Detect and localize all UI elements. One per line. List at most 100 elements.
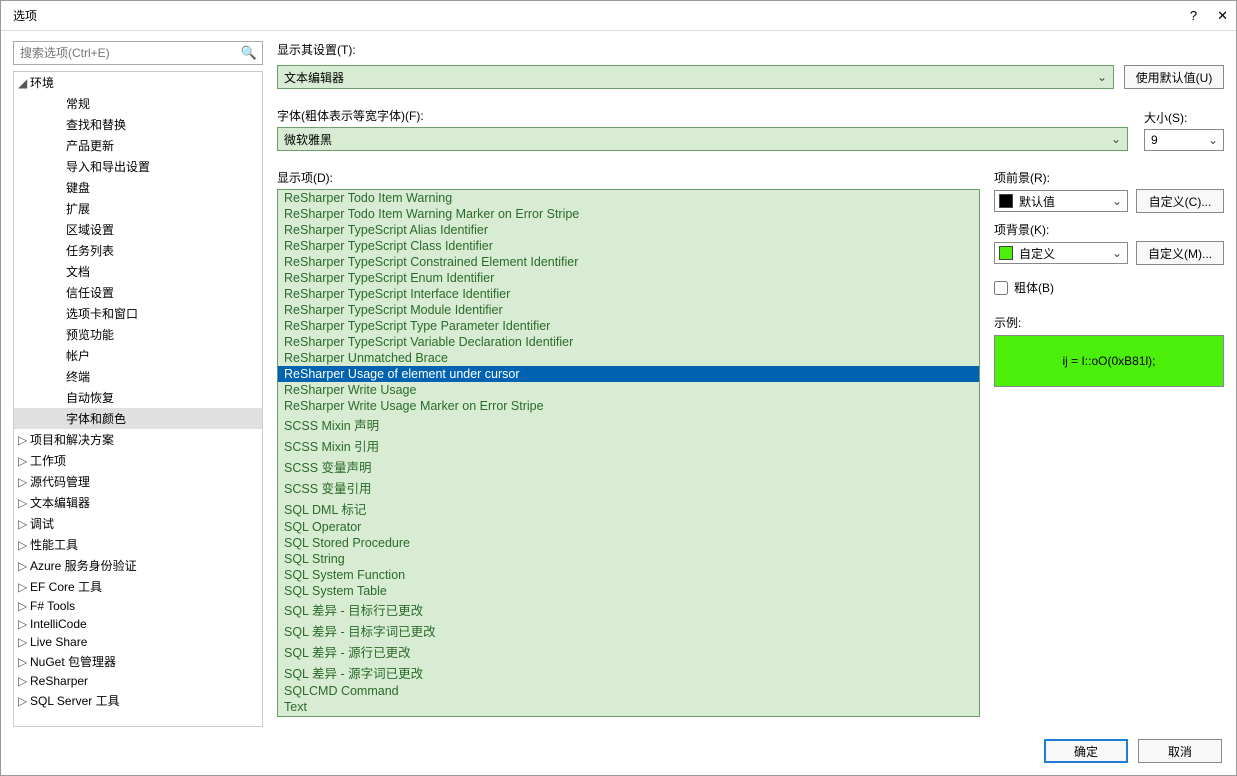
expander-icon: ▷ bbox=[18, 433, 30, 447]
tree-node[interactable]: 产品更新 bbox=[14, 135, 262, 156]
size-select[interactable]: 9 ⌄ bbox=[1144, 129, 1224, 151]
list-item[interactable]: ReSharper Todo Item Warning bbox=[278, 190, 979, 206]
tree-node[interactable]: 帐户 bbox=[14, 345, 262, 366]
list-item[interactable]: ReSharper Todo Item Warning Marker on Er… bbox=[278, 206, 979, 222]
tree-node[interactable]: ▷性能工具 bbox=[14, 534, 262, 555]
tree-node[interactable]: 文档 bbox=[14, 261, 262, 282]
expander-icon: ▷ bbox=[18, 454, 30, 468]
list-item[interactable]: ReSharper Write Usage Marker on Error St… bbox=[278, 398, 979, 414]
list-item[interactable]: ReSharper Unmatched Brace bbox=[278, 350, 979, 366]
list-item[interactable]: ReSharper TypeScript Module Identifier bbox=[278, 302, 979, 318]
list-item[interactable]: ReSharper Usage of element under cursor bbox=[278, 366, 979, 382]
list-item[interactable]: SCSS 变量引用 bbox=[278, 477, 979, 498]
list-item[interactable]: SQL 差异 - 目标行已更改 bbox=[278, 599, 979, 620]
tree-node[interactable]: 选项卡和窗口 bbox=[14, 303, 262, 324]
list-item[interactable]: Text bbox=[278, 699, 979, 715]
tree-node[interactable]: ▷工作项 bbox=[14, 450, 262, 471]
ok-button[interactable]: 确定 bbox=[1044, 739, 1128, 763]
use-defaults-button[interactable]: 使用默认值(U) bbox=[1124, 65, 1224, 89]
tree-node[interactable]: 区域设置 bbox=[14, 219, 262, 240]
tree-node[interactable]: 导入和导出设置 bbox=[14, 156, 262, 177]
background-select[interactable]: 自定义 ⌄ bbox=[994, 242, 1128, 264]
dialog-footer: 确定 取消 bbox=[1, 727, 1236, 775]
chevron-down-icon: ⌄ bbox=[1111, 132, 1121, 146]
list-item[interactable]: SQL System Table bbox=[278, 583, 979, 599]
custom-fg-button[interactable]: 自定义(C)... bbox=[1136, 189, 1224, 213]
list-item[interactable]: SCSS Mixin 引用 bbox=[278, 435, 979, 456]
foreground-select[interactable]: 默认值 ⌄ bbox=[994, 190, 1128, 212]
tree-node[interactable]: 任务列表 bbox=[14, 240, 262, 261]
tree-node[interactable]: 字体和颜色 bbox=[14, 408, 262, 429]
category-tree[interactable]: ◢环境常规查找和替换产品更新导入和导出设置键盘扩展区域设置任务列表文档信任设置选… bbox=[14, 72, 262, 726]
display-items-list[interactable]: ReSharper Todo Item WarningReSharper Tod… bbox=[277, 189, 980, 717]
list-item[interactable]: SQL 差异 - 源行已更改 bbox=[278, 641, 979, 662]
tree-node[interactable]: 扩展 bbox=[14, 198, 262, 219]
chevron-down-icon: ⌄ bbox=[1112, 246, 1122, 260]
chevron-down-icon: ⌄ bbox=[1112, 194, 1122, 208]
list-item[interactable]: ReSharper Write Usage bbox=[278, 382, 979, 398]
tree-node[interactable]: ▷NuGet 包管理器 bbox=[14, 651, 262, 672]
tree-node[interactable]: ▷Live Share bbox=[14, 633, 262, 651]
list-item[interactable]: SQL System Function bbox=[278, 567, 979, 583]
tree-node[interactable]: 查找和替换 bbox=[14, 114, 262, 135]
titlebar: 选项 ? ✕ bbox=[1, 1, 1236, 31]
tree-node[interactable]: ▷源代码管理 bbox=[14, 471, 262, 492]
list-item[interactable]: ReSharper TypeScript Variable Declaratio… bbox=[278, 334, 979, 350]
list-item[interactable]: ReSharper TypeScript Alias Identifier bbox=[278, 222, 979, 238]
list-item[interactable]: SQLCMD Command bbox=[278, 683, 979, 699]
search-input[interactable] bbox=[13, 41, 263, 65]
tree-node[interactable]: ▷调试 bbox=[14, 513, 262, 534]
search-icon[interactable]: 🔍 bbox=[241, 45, 257, 61]
list-item[interactable]: SQL 差异 - 目标字词已更改 bbox=[278, 620, 979, 641]
font-select[interactable]: 微软雅黑 ⌄ bbox=[277, 127, 1128, 151]
close-icon[interactable]: ✕ bbox=[1217, 8, 1228, 24]
tree-node[interactable]: 常规 bbox=[14, 93, 262, 114]
background-label: 项背景(K): bbox=[994, 221, 1224, 238]
bold-checkbox[interactable] bbox=[994, 281, 1008, 295]
expander-icon: ▷ bbox=[18, 559, 30, 573]
tree-node[interactable]: ▷EF Core 工具 bbox=[14, 576, 262, 597]
list-item[interactable]: ReSharper TypeScript Type Parameter Iden… bbox=[278, 318, 979, 334]
list-item[interactable]: SCSS Mixin 声明 bbox=[278, 414, 979, 435]
tree-node[interactable]: ▷IntelliCode bbox=[14, 615, 262, 633]
list-item[interactable]: SQL String bbox=[278, 551, 979, 567]
tree-node[interactable]: ▷SQL Server 工具 bbox=[14, 690, 262, 711]
tree-node-environment[interactable]: ◢环境 bbox=[14, 72, 262, 93]
tree-node[interactable]: ▷ReSharper bbox=[14, 672, 262, 690]
expander-icon: ▷ bbox=[18, 496, 30, 510]
sidebar: 🔍 ◢环境常规查找和替换产品更新导入和导出设置键盘扩展区域设置任务列表文档信任设… bbox=[13, 41, 263, 727]
expander-icon: ▷ bbox=[18, 599, 30, 613]
list-item[interactable]: ReSharper TypeScript Interface Identifie… bbox=[278, 286, 979, 302]
tree-node[interactable]: 终端 bbox=[14, 366, 262, 387]
show-settings-select[interactable]: 文本编辑器 ⌄ bbox=[277, 65, 1114, 89]
sample-preview: ij = I::oO(0xB81l); bbox=[994, 335, 1224, 387]
tree-node[interactable]: ▷F# Tools bbox=[14, 597, 262, 615]
list-item[interactable]: SQL Stored Procedure bbox=[278, 535, 979, 551]
expander-icon: ◢ bbox=[18, 76, 30, 90]
help-icon[interactable]: ? bbox=[1190, 8, 1197, 24]
list-item[interactable]: SCSS 变量声明 bbox=[278, 456, 979, 477]
tree-node[interactable]: 预览功能 bbox=[14, 324, 262, 345]
window-title: 选项 bbox=[13, 7, 37, 24]
expander-icon: ▷ bbox=[18, 517, 30, 531]
tree-node[interactable]: 信任设置 bbox=[14, 282, 262, 303]
bold-label: 粗体(B) bbox=[1014, 279, 1054, 296]
list-item[interactable]: ReSharper TypeScript Enum Identifier bbox=[278, 270, 979, 286]
tree-node[interactable]: 自动恢复 bbox=[14, 387, 262, 408]
expander-icon: ▷ bbox=[18, 674, 30, 688]
expander-icon: ▷ bbox=[18, 655, 30, 669]
list-item[interactable]: SQL DML 标记 bbox=[278, 498, 979, 519]
expander-icon: ▷ bbox=[18, 580, 30, 594]
cancel-button[interactable]: 取消 bbox=[1138, 739, 1222, 763]
tree-node[interactable]: ▷Azure 服务身份验证 bbox=[14, 555, 262, 576]
chevron-down-icon: ⌄ bbox=[1097, 70, 1107, 84]
custom-bg-button[interactable]: 自定义(M)... bbox=[1136, 241, 1224, 265]
list-item[interactable]: ReSharper TypeScript Class Identifier bbox=[278, 238, 979, 254]
display-items-label: 显示项(D): bbox=[277, 169, 980, 186]
tree-node[interactable]: ▷项目和解决方案 bbox=[14, 429, 262, 450]
list-item[interactable]: SQL Operator bbox=[278, 519, 979, 535]
tree-node[interactable]: 键盘 bbox=[14, 177, 262, 198]
list-item[interactable]: SQL 差异 - 源字词已更改 bbox=[278, 662, 979, 683]
list-item[interactable]: ReSharper TypeScript Constrained Element… bbox=[278, 254, 979, 270]
tree-node[interactable]: ▷文本编辑器 bbox=[14, 492, 262, 513]
